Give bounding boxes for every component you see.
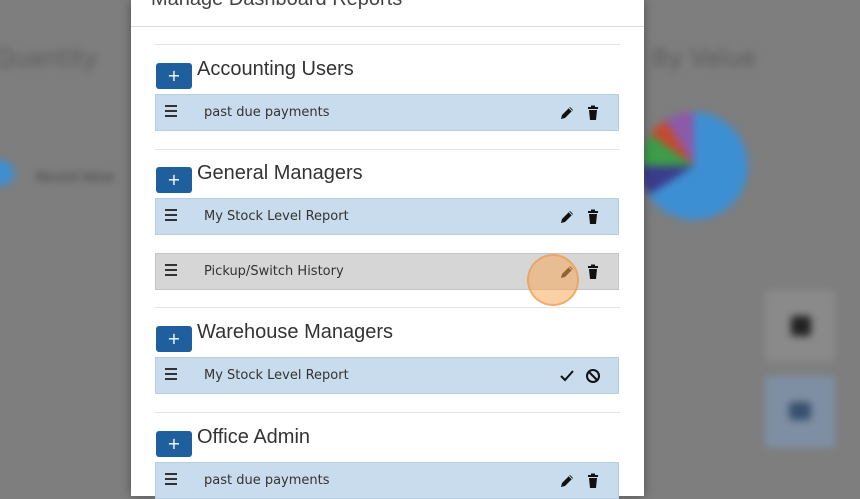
report-name: past due payments [204,105,330,120]
trash-icon[interactable] [584,208,602,226]
report-name: Pickup/Switch History [204,264,344,279]
background-tile-blue [765,376,835,448]
pencil-icon[interactable] [558,472,576,490]
background-pie-chart [640,112,748,220]
report-row[interactable]: past due payments [155,94,619,131]
trash-icon[interactable] [584,263,602,281]
drag-handle-icon[interactable] [165,264,179,278]
report-row[interactable]: Pickup/Switch History [155,253,619,290]
pencil-icon[interactable] [558,104,576,122]
group-name: General Managers [197,162,363,184]
pencil-icon[interactable] [558,208,576,226]
modal-title: Manage Dashboard Reports [151,0,402,11]
group-name: Office Admin [197,426,311,448]
drag-handle-icon[interactable] [165,368,179,382]
add-report-button[interactable]: + [156,63,192,89]
modal-header-divider [131,26,644,27]
group-divider [155,44,620,45]
report-name: past due payments [204,473,330,488]
add-report-button[interactable]: + [156,167,192,193]
background-chart-title-right: By Value [652,44,757,72]
background-tile-dark [765,290,835,362]
drag-handle-icon[interactable] [165,105,179,119]
group-divider [155,412,620,413]
group-name: Accounting Users [197,58,354,80]
group-divider [155,149,620,150]
background-chart-title-left: Quantity [0,44,98,72]
manage-reports-modal: Manage Dashboard Reports + Accounting Us… [131,0,644,499]
report-row[interactable]: My Stock Level Report [155,357,619,394]
check-icon[interactable] [558,367,576,385]
group-name: Warehouse Managers [197,321,394,343]
report-name: My Stock Level Report [204,209,349,224]
cancel-icon[interactable] [584,367,602,385]
drag-handle-icon[interactable] [165,209,179,223]
pencil-icon[interactable] [558,263,576,281]
group-divider [155,307,620,308]
report-name: My Stock Level Report [204,368,349,383]
trash-icon[interactable] [584,472,602,490]
report-row[interactable]: My Stock Level Report [155,198,619,235]
background-legend-label: Record Value [36,170,115,184]
report-row[interactable]: past due payments [155,462,619,499]
background-legend-dot [0,160,14,186]
add-report-button[interactable]: + [156,326,192,352]
trash-icon[interactable] [584,104,602,122]
drag-handle-icon[interactable] [165,473,179,487]
add-report-button[interactable]: + [156,431,192,457]
